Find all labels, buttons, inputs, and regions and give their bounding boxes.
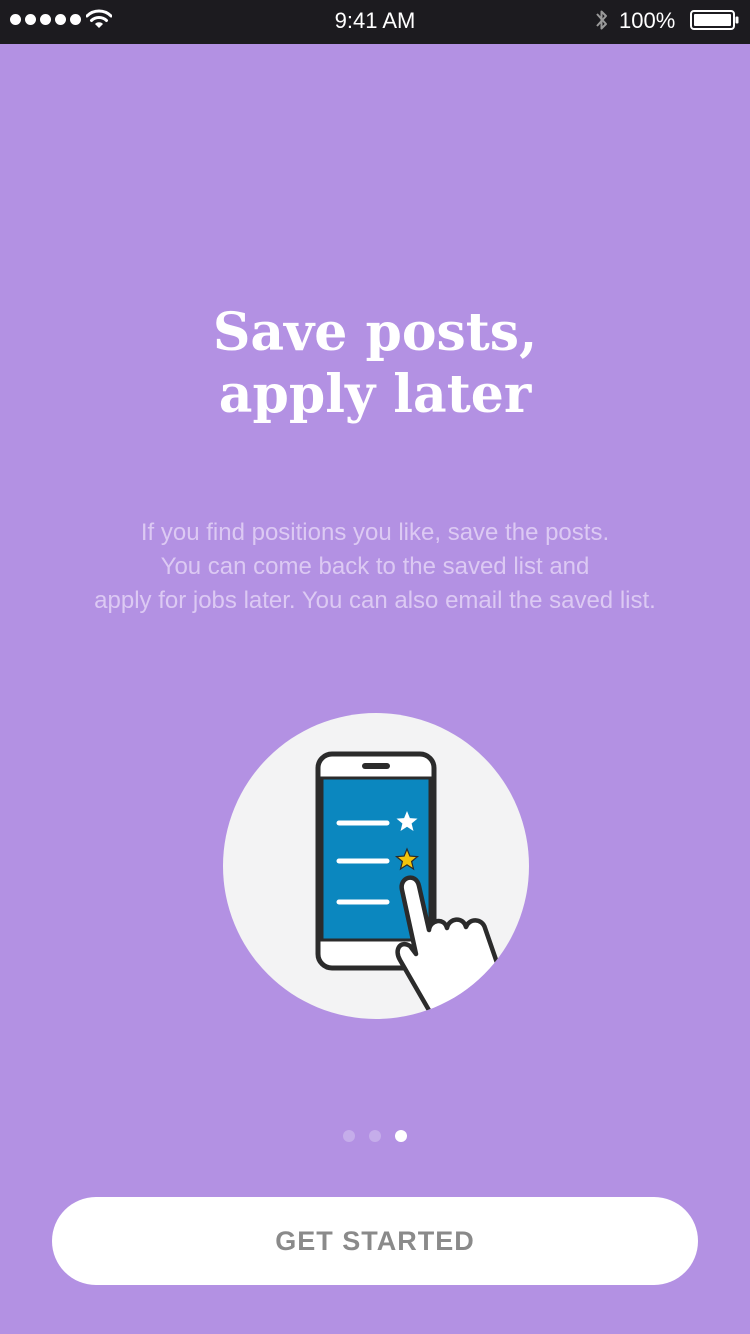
onboarding-description: If you find positions you like, save the…: [94, 519, 656, 614]
page-dot-2[interactable]: [369, 1130, 381, 1142]
page-dot-3-active[interactable]: [395, 1130, 407, 1142]
status-bar: 9:41 AM 100%: [0, 0, 750, 44]
page-indicator[interactable]: [0, 1130, 750, 1142]
get-started-button[interactable]: GET STARTED: [52, 1197, 698, 1285]
onboarding-title: Save posts, apply later: [212, 302, 538, 425]
phone-speaker: [362, 763, 390, 769]
battery-icon: [690, 10, 739, 30]
page-dot-1[interactable]: [343, 1130, 355, 1142]
bluetooth-icon: [596, 10, 607, 30]
phone-saved-list-tap-icon: [223, 713, 529, 1019]
battery-percent: 100%: [619, 8, 676, 33]
